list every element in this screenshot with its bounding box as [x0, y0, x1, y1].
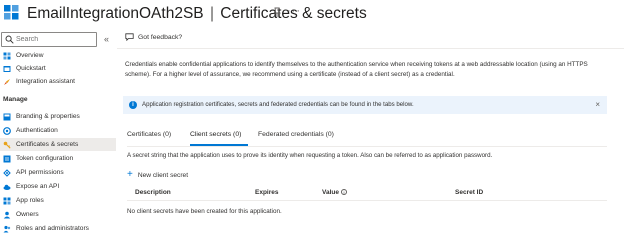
sidebar-item-owners[interactable]: Owners — [0, 208, 116, 221]
collapse-sidebar-icon[interactable]: « — [104, 34, 109, 44]
sidebar-item-label: API permissions — [16, 169, 64, 176]
app-roles-icon — [3, 197, 11, 204]
sidebar-item-label: Branding & properties — [16, 113, 80, 120]
sidebar-item-label: Authentication — [16, 127, 58, 134]
client-secrets-description: A secret string that the application use… — [127, 152, 493, 159]
feedback-label: Got feedback? — [138, 33, 183, 41]
app-name: EmailIntegrationOAth2SB — [27, 5, 204, 22]
cloud-icon — [3, 184, 11, 190]
column-header-description: Description — [135, 189, 171, 196]
sidebar-item-branding[interactable]: Branding & properties — [0, 110, 116, 123]
manage-section-header: Manage — [3, 96, 28, 103]
tab-client-secrets[interactable]: Client secrets (0) — [190, 131, 241, 138]
sidebar-item-authentication[interactable]: Authentication — [0, 124, 116, 137]
sidebar-item-certificates-secrets[interactable]: Certificates & secrets — [0, 138, 116, 151]
rocket-icon — [4, 78, 10, 85]
info-icon: i — [129, 101, 137, 109]
sidebar-item-label: App roles — [16, 197, 44, 204]
column-header-value-label: Value — [322, 189, 339, 196]
quickstart-icon — [3, 65, 11, 72]
sidebar: « Overview Quickstart Integration assist… — [0, 28, 116, 243]
empty-table-message: No client secrets have been created for … — [127, 208, 282, 215]
tabs-divider — [127, 146, 607, 147]
new-client-secret-label: New client secret — [137, 171, 189, 179]
table-divider — [127, 200, 607, 201]
roles-icon — [3, 225, 11, 232]
sidebar-item-label: Integration assistant — [16, 78, 76, 85]
secrets-table-header: Description Expires Value i Secret ID — [127, 187, 607, 199]
info-banner: i Application registration certificates,… — [123, 96, 607, 114]
intro-text: Credentials enable confidential applicat… — [125, 61, 588, 78]
title-bar: EmailIntegrationOAth2SB | Certificates &… — [0, 0, 624, 28]
sidebar-item-label: Certificates & secrets — [16, 141, 79, 148]
owners-icon — [3, 211, 11, 218]
sidebar-item-label: Token configuration — [16, 155, 74, 162]
sidebar-item-api-permissions[interactable]: API permissions — [0, 166, 116, 179]
column-header-expires: Expires — [255, 189, 279, 196]
branding-icon — [3, 113, 11, 120]
token-icon — [3, 155, 11, 162]
sidebar-item-label: Quickstart — [16, 65, 46, 72]
sidebar-item-quickstart[interactable]: Quickstart — [0, 62, 116, 75]
sidebar-item-app-roles[interactable]: App roles — [0, 194, 116, 207]
column-header-secret-id: Secret ID — [455, 189, 484, 196]
tab-certificates[interactable]: Certificates (0) — [127, 131, 171, 138]
feedback-button[interactable]: Got feedback? — [125, 33, 182, 41]
sidebar-item-roles-administrators[interactable]: Roles and administrators — [0, 222, 116, 235]
add-icon: + — [127, 169, 133, 180]
app-registration-icon — [4, 5, 19, 20]
sidebar-item-label: Roles and administrators — [16, 225, 89, 232]
sidebar-item-label: Expose an API — [16, 183, 60, 190]
tab-federated-credentials[interactable]: Federated credentials (0) — [258, 131, 334, 138]
sidebar-item-label: Overview — [16, 52, 44, 59]
search-input[interactable] — [16, 33, 94, 46]
sidebar-item-integration-assistant[interactable]: Integration assistant — [0, 75, 116, 88]
new-client-secret-button[interactable]: + New client secret — [127, 169, 189, 180]
info-icon[interactable]: i — [340, 189, 347, 195]
sidebar-item-label: Owners — [16, 211, 39, 218]
search-icon — [5, 35, 14, 44]
authentication-icon — [3, 126, 11, 135]
column-header-value: Value i — [322, 189, 347, 196]
overview-icon — [3, 52, 11, 59]
info-banner-text: Application registration certificates, s… — [142, 101, 414, 108]
page-title: EmailIntegrationOAth2SB | Certificates &… — [27, 5, 367, 23]
feedback-icon — [125, 33, 134, 41]
close-icon[interactable]: × — [595, 100, 600, 109]
search-box[interactable] — [1, 32, 97, 47]
main-content: Got feedback? Credentials enable confide… — [117, 28, 624, 243]
more-options-icon[interactable]: ··· — [287, 5, 301, 17]
toolbar-divider — [117, 48, 624, 49]
sidebar-item-token-configuration[interactable]: Token configuration — [0, 152, 116, 165]
sidebar-item-expose-api[interactable]: Expose an API — [0, 180, 116, 193]
permissions-icon — [3, 168, 11, 177]
title-separator: | — [209, 5, 214, 22]
key-icon — [3, 141, 11, 149]
sidebar-item-overview[interactable]: Overview — [0, 49, 116, 62]
pin-icon[interactable] — [272, 7, 282, 18]
